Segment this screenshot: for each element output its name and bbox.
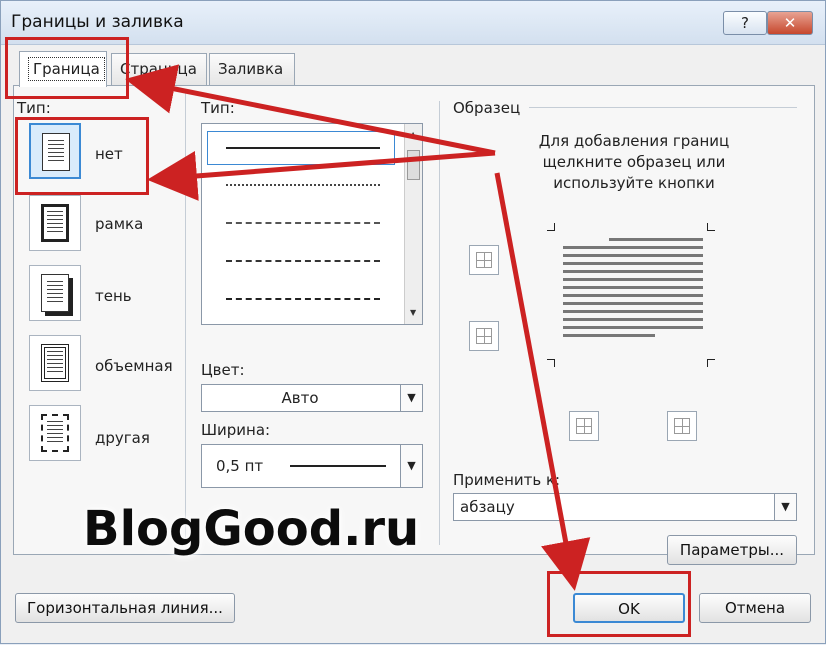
tab-borders-label: Граница — [28, 57, 105, 81]
arrow-to-none-setting — [147, 150, 496, 201]
tab-borders[interactable]: Граница — [19, 51, 107, 87]
annotation-arrows — [125, 64, 591, 591]
borders-and-shading-dialog: Границы и заливка ? ✕ Граница Страница З… — [0, 0, 826, 644]
arrow-to-borders-tab — [125, 64, 496, 156]
arrow-to-ok-button — [494, 172, 591, 591]
